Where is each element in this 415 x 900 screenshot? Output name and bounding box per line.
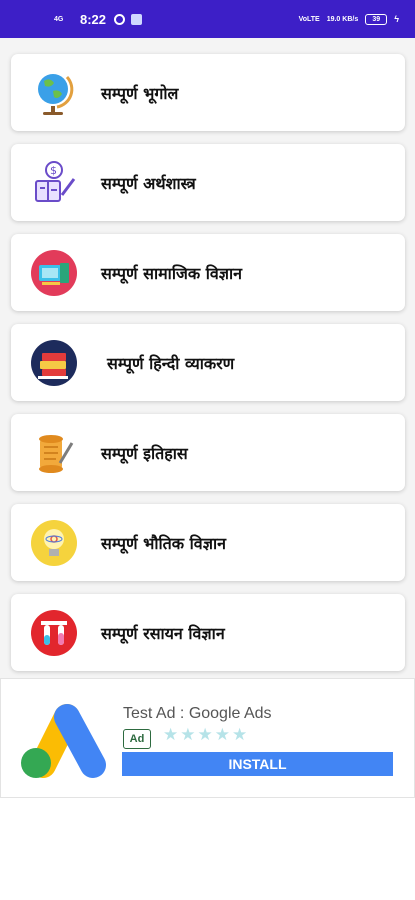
subject-card-chemistry[interactable]: सम्पूर्ण रसायन विज्ञान [11,594,405,671]
subject-label: सम्पूर्ण अर्थशास्त्र [101,173,196,193]
subject-label: सम्पूर्ण हिन्दी व्याकरण [107,353,235,373]
subject-label: सम्पूर्ण भौतिक विज्ञान [101,533,226,553]
ad-rating-stars: ★★★★★ [163,725,250,745]
subject-label: सम्पूर्ण सामाजिक विज्ञान [101,263,243,283]
ad-title: Test Ad : Google Ads [123,705,272,722]
subject-label: सम्पूर्ण रसायन विज्ञान [101,623,225,643]
status-bar: 4G 8:22 VoLTE 19.0 KB/s 39 ϟ [0,0,415,38]
subject-label: सम्पूर्ण इतिहास [101,443,188,463]
subject-card-history[interactable]: सम्पूर्ण इतिहास [11,414,405,491]
speed-indicator: 19.0 KB/s [326,15,359,23]
economics-icon: $ [30,159,78,207]
social-science-icon [30,249,78,297]
subject-list: सम्पूर्ण भूगोल $ सम्पूर्ण अर्थशास्त्र सम… [0,38,415,678]
subject-card-geography[interactable]: सम्पूर्ण भूगोल [11,54,405,131]
battery-icon: 39 [365,13,388,25]
ad-banner[interactable]: Test Ad : Google Ads Ad ★★★★★ INSTALL [0,678,415,798]
subject-card-social-science[interactable]: सम्पूर्ण सामाजिक विज्ञान [11,234,405,311]
install-button[interactable]: INSTALL [122,752,393,776]
gallery-notification-icon [131,13,143,25]
bulb-icon [30,519,78,567]
volte-indicator: VoLTE [298,15,320,23]
clock: 8:22 [80,11,107,27]
battery-level: 39 [372,15,381,23]
subject-card-economics[interactable]: $ सम्पूर्ण अर्थशास्त्र [11,144,405,221]
globe-icon [30,69,78,117]
network-indicator: 4G [54,15,64,23]
ad-badge: Ad [123,729,151,749]
test-tubes-icon [30,609,78,657]
subject-label: सम्पूर्ण भूगोल [101,83,179,103]
svg-text:$: $ [50,164,57,177]
scroll-icon [30,429,78,477]
notification-icon [114,13,126,25]
books-icon [30,339,78,387]
subject-card-hindi-grammar[interactable]: सम्पूर्ण हिन्दी व्याकरण [11,324,405,401]
charging-icon: ϟ [394,14,399,24]
subject-card-physics[interactable]: सम्पूर्ण भौतिक विज्ञान [11,504,405,581]
google-ads-logo-icon [15,695,109,781]
